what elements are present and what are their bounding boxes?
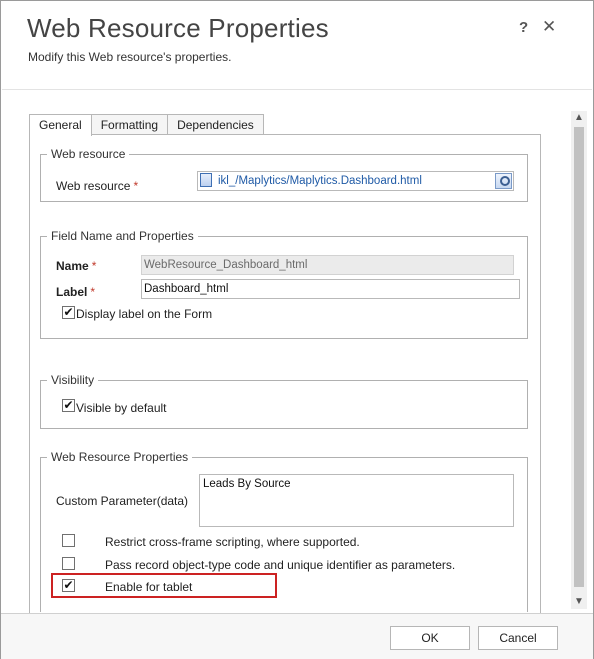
pass-record-text: Pass record object-type code and unique … <box>105 558 456 572</box>
dialog-footer: OK Cancel <box>1 613 593 659</box>
pass-record-checkbox[interactable] <box>62 557 75 570</box>
scroll-up-icon[interactable]: ▲ <box>571 111 587 125</box>
help-icon[interactable]: ? <box>519 19 528 36</box>
scrollbar-thumb[interactable] <box>574 127 584 587</box>
restrict-cross-frame-text: Restrict cross-frame scripting, where su… <box>105 535 360 549</box>
html-file-icon <box>200 173 212 187</box>
tab-formatting[interactable]: Formatting <box>90 114 169 135</box>
web-resource-label: Web resource * <box>56 179 138 193</box>
close-icon[interactable]: ✕ <box>542 17 556 37</box>
tab-general[interactable]: General <box>29 114 92 136</box>
visibility-section-legend: Visibility <box>51 373 95 387</box>
display-label-text: Display label on the Form <box>76 307 213 321</box>
scroll-down-icon[interactable]: ▼ <box>571 595 587 609</box>
lookup-search-icon[interactable] <box>495 173 512 189</box>
tab-dependencies[interactable]: Dependencies <box>167 114 264 135</box>
wr-props-section-legend: Web Resource Properties <box>51 450 189 464</box>
label-field[interactable]: Dashboard_html <box>141 279 520 299</box>
vertical-scrollbar[interactable]: ▲ ▼ <box>571 111 587 609</box>
web-resource-lookup[interactable]: ikl_/Maplytics/Maplytics.Dashboard.html <box>197 171 514 191</box>
name-field: WebResource_Dashboard_html <box>141 255 514 275</box>
dialog-title: Web Resource Properties <box>27 13 329 43</box>
custom-parameter-textarea[interactable]: Leads By Source <box>199 474 514 527</box>
web-resource-section-legend: Web resource <box>51 147 126 161</box>
ok-button[interactable]: OK <box>390 626 470 650</box>
display-label-checkbox[interactable]: ✔ <box>62 306 75 319</box>
visible-by-default-checkbox[interactable]: ✔ <box>62 399 75 412</box>
web-resource-label-text: Web resource <box>56 179 131 193</box>
required-indicator: * <box>90 285 96 299</box>
field-name-section-legend: Field Name and Properties <box>51 229 194 243</box>
label-label: Label * <box>56 285 95 299</box>
name-label-text: Name <box>56 259 89 273</box>
web-resource-lookup-value[interactable]: ikl_/Maplytics/Maplytics.Dashboard.html <box>218 175 422 187</box>
custom-parameter-label: Custom Parameter(data) <box>56 494 189 508</box>
label-label-text: Label <box>56 285 88 299</box>
required-indicator: * <box>133 179 139 193</box>
web-resource-properties-dialog: Web Resource Properties Modify this Web … <box>0 0 594 659</box>
name-label: Name * <box>56 259 96 273</box>
tablet-highlight-box <box>51 573 277 598</box>
restrict-cross-frame-checkbox[interactable] <box>62 534 75 547</box>
required-indicator: * <box>91 259 97 273</box>
tab-strip: General Formatting Dependencies <box>29 114 264 136</box>
dialog-subtitle: Modify this Web resource's properties. <box>28 50 232 64</box>
visible-by-default-text: Visible by default <box>76 401 167 415</box>
cancel-button[interactable]: Cancel <box>478 626 558 650</box>
